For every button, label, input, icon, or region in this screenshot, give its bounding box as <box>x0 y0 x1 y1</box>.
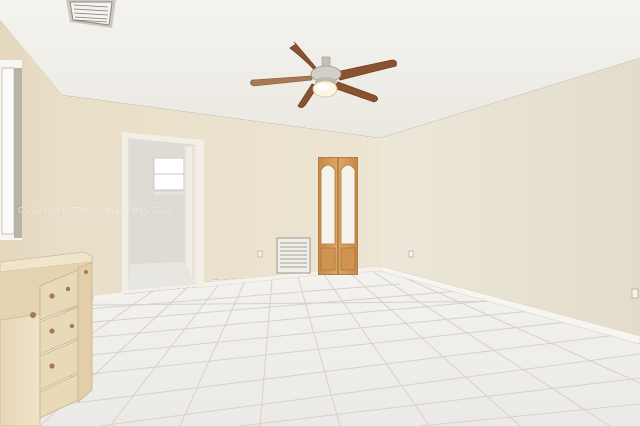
room-photo: C 2024 REALTORS® Miami MLS 2025 <box>0 0 640 426</box>
wall-air-vent <box>276 237 311 274</box>
watermark-text: C 2024 REALTORS® Miami MLS 2025 <box>18 206 173 215</box>
wall-outlet <box>257 250 263 258</box>
wood-french-door <box>318 157 358 275</box>
cabinet-vanity <box>0 251 93 426</box>
wall-outlet <box>408 250 414 258</box>
wall-outlet <box>631 288 639 299</box>
